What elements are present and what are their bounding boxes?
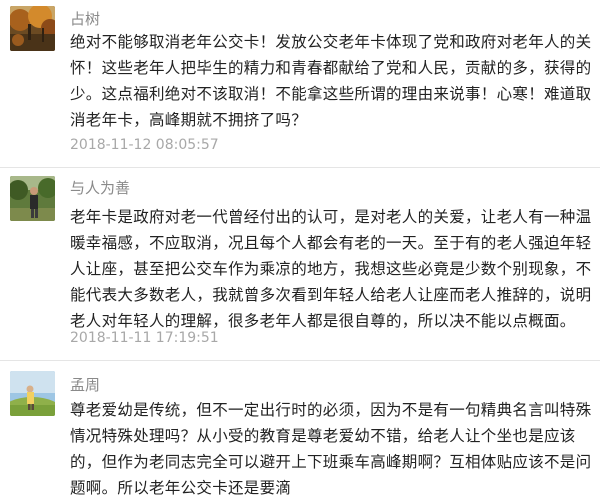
comment-text: 绝对不能够取消老年公交卡！发放公交老年卡体现了党和政府对老年人的关怀！这些老年人… [70, 33, 592, 129]
comment-text: 尊老爱幼是传统，但不一定出行时的必须，因为不是有一句精典名言叫特殊情况特殊处理吗… [70, 401, 592, 497]
autumn-landscape-icon [10, 6, 55, 51]
comment-timestamp: 2018-11-12 08:05:57 [70, 137, 219, 153]
meadow-figure-avatar[interactable] [10, 371, 55, 416]
comment-username[interactable]: 与人为善 [70, 178, 130, 198]
comment-item: 孟周 尊老爱幼是传统，但不一定出行时的必须，因为不是有一句精典名言叫特殊情况特殊… [0, 361, 600, 497]
comment-feed: 占树 绝对不能够取消老年公交卡！发放公交老年卡体现了党和政府对老年人的关怀！这些… [0, 0, 600, 497]
meadow-figure-icon [10, 371, 55, 416]
autumn-landscape-avatar[interactable] [10, 6, 55, 51]
comment-item: 与人为善 老年卡是政府对老一代曾经付出的认可，是对老人的关爱，让老人有一种温暖幸… [0, 168, 600, 360]
person-in-garden-icon [10, 176, 55, 221]
comment-username[interactable]: 孟周 [70, 375, 100, 395]
comment-text: 老年卡是政府对老一代曾经付出的认可，是对老人的关爱，让老人有一种温暖幸福感，不应… [70, 208, 592, 330]
comment-item: 占树 绝对不能够取消老年公交卡！发放公交老年卡体现了党和政府对老年人的关怀！这些… [0, 0, 600, 168]
comment-username[interactable]: 占树 [70, 9, 100, 29]
comment-timestamp: 2018-11-11 17:19:51 [70, 330, 219, 346]
person-in-garden-avatar[interactable] [10, 176, 55, 221]
